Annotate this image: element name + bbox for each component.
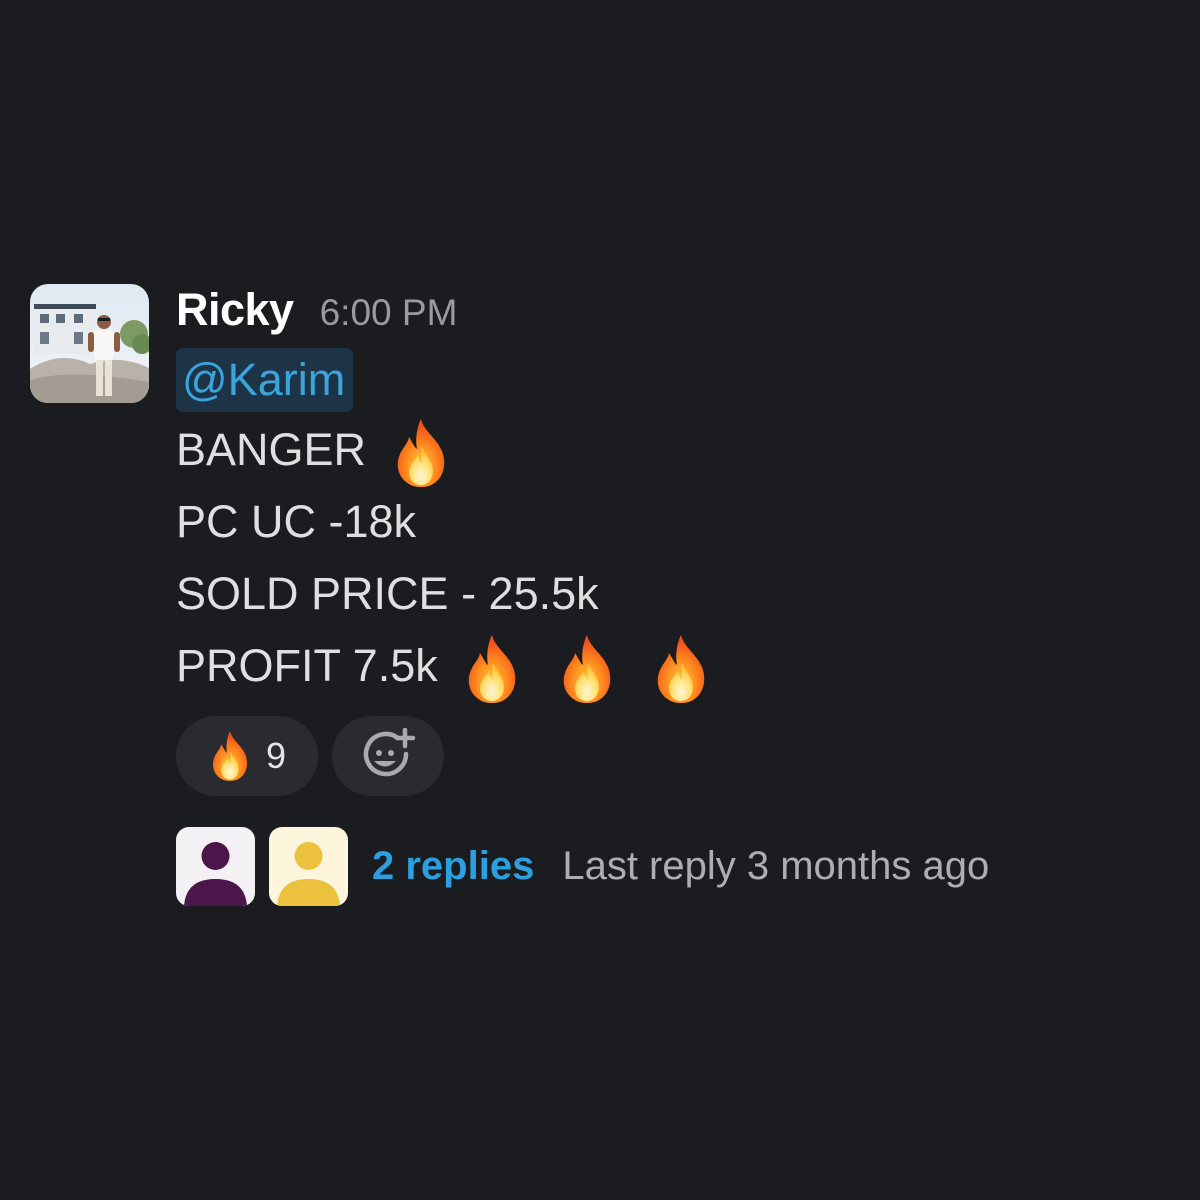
message-header: Ricky 6:00 PM (176, 284, 1126, 342)
reply-participant-avatar (269, 826, 348, 906)
fire-emoji-icon (557, 633, 617, 705)
fire-reaction-button[interactable]: 9 (176, 716, 318, 796)
message-line: PC UC -18k (176, 486, 1126, 558)
add-reaction-icon (363, 728, 416, 777)
fire-emoji-icon (391, 417, 451, 489)
message-line-text: PROFIT 7.5k (176, 640, 438, 691)
author-name[interactable]: Ricky (176, 284, 294, 336)
mention-row: @Karim (176, 348, 1126, 414)
user-avatar-icon (176, 826, 255, 906)
reactions-bar: 9 (176, 716, 1126, 796)
message-line-text: BANGER (176, 424, 367, 475)
message-line-text: PC UC -18k (176, 496, 417, 547)
fire-emoji-icon (208, 729, 252, 783)
reply-participant-avatar (176, 826, 255, 906)
replies-link[interactable]: 2 replies (372, 844, 534, 889)
add-reaction-button[interactable] (332, 716, 444, 796)
user-avatar-icon (269, 826, 348, 906)
message-line: SOLD PRICE - 25.5k (176, 558, 1126, 630)
message-timestamp[interactable]: 6:00 PM (320, 292, 458, 334)
message-line: PROFIT 7.5k (176, 630, 1126, 702)
author-avatar[interactable] (30, 284, 149, 403)
message-line-text: SOLD PRICE - 25.5k (176, 568, 599, 619)
message-line: BANGER (176, 414, 1126, 486)
author-photo-icon (30, 284, 149, 403)
thread-summary[interactable]: 2 replies Last reply 3 months ago (176, 826, 1126, 906)
user-mention[interactable]: @Karim (176, 348, 354, 412)
fire-emoji-icon (462, 633, 522, 705)
last-reply-text: Last reply 3 months ago (562, 843, 990, 888)
message-content: Ricky 6:00 PM @Karim BANGER PC UC -18k S… (176, 284, 1126, 906)
fire-emoji-icon (651, 633, 711, 705)
reaction-count: 9 (265, 735, 287, 776)
